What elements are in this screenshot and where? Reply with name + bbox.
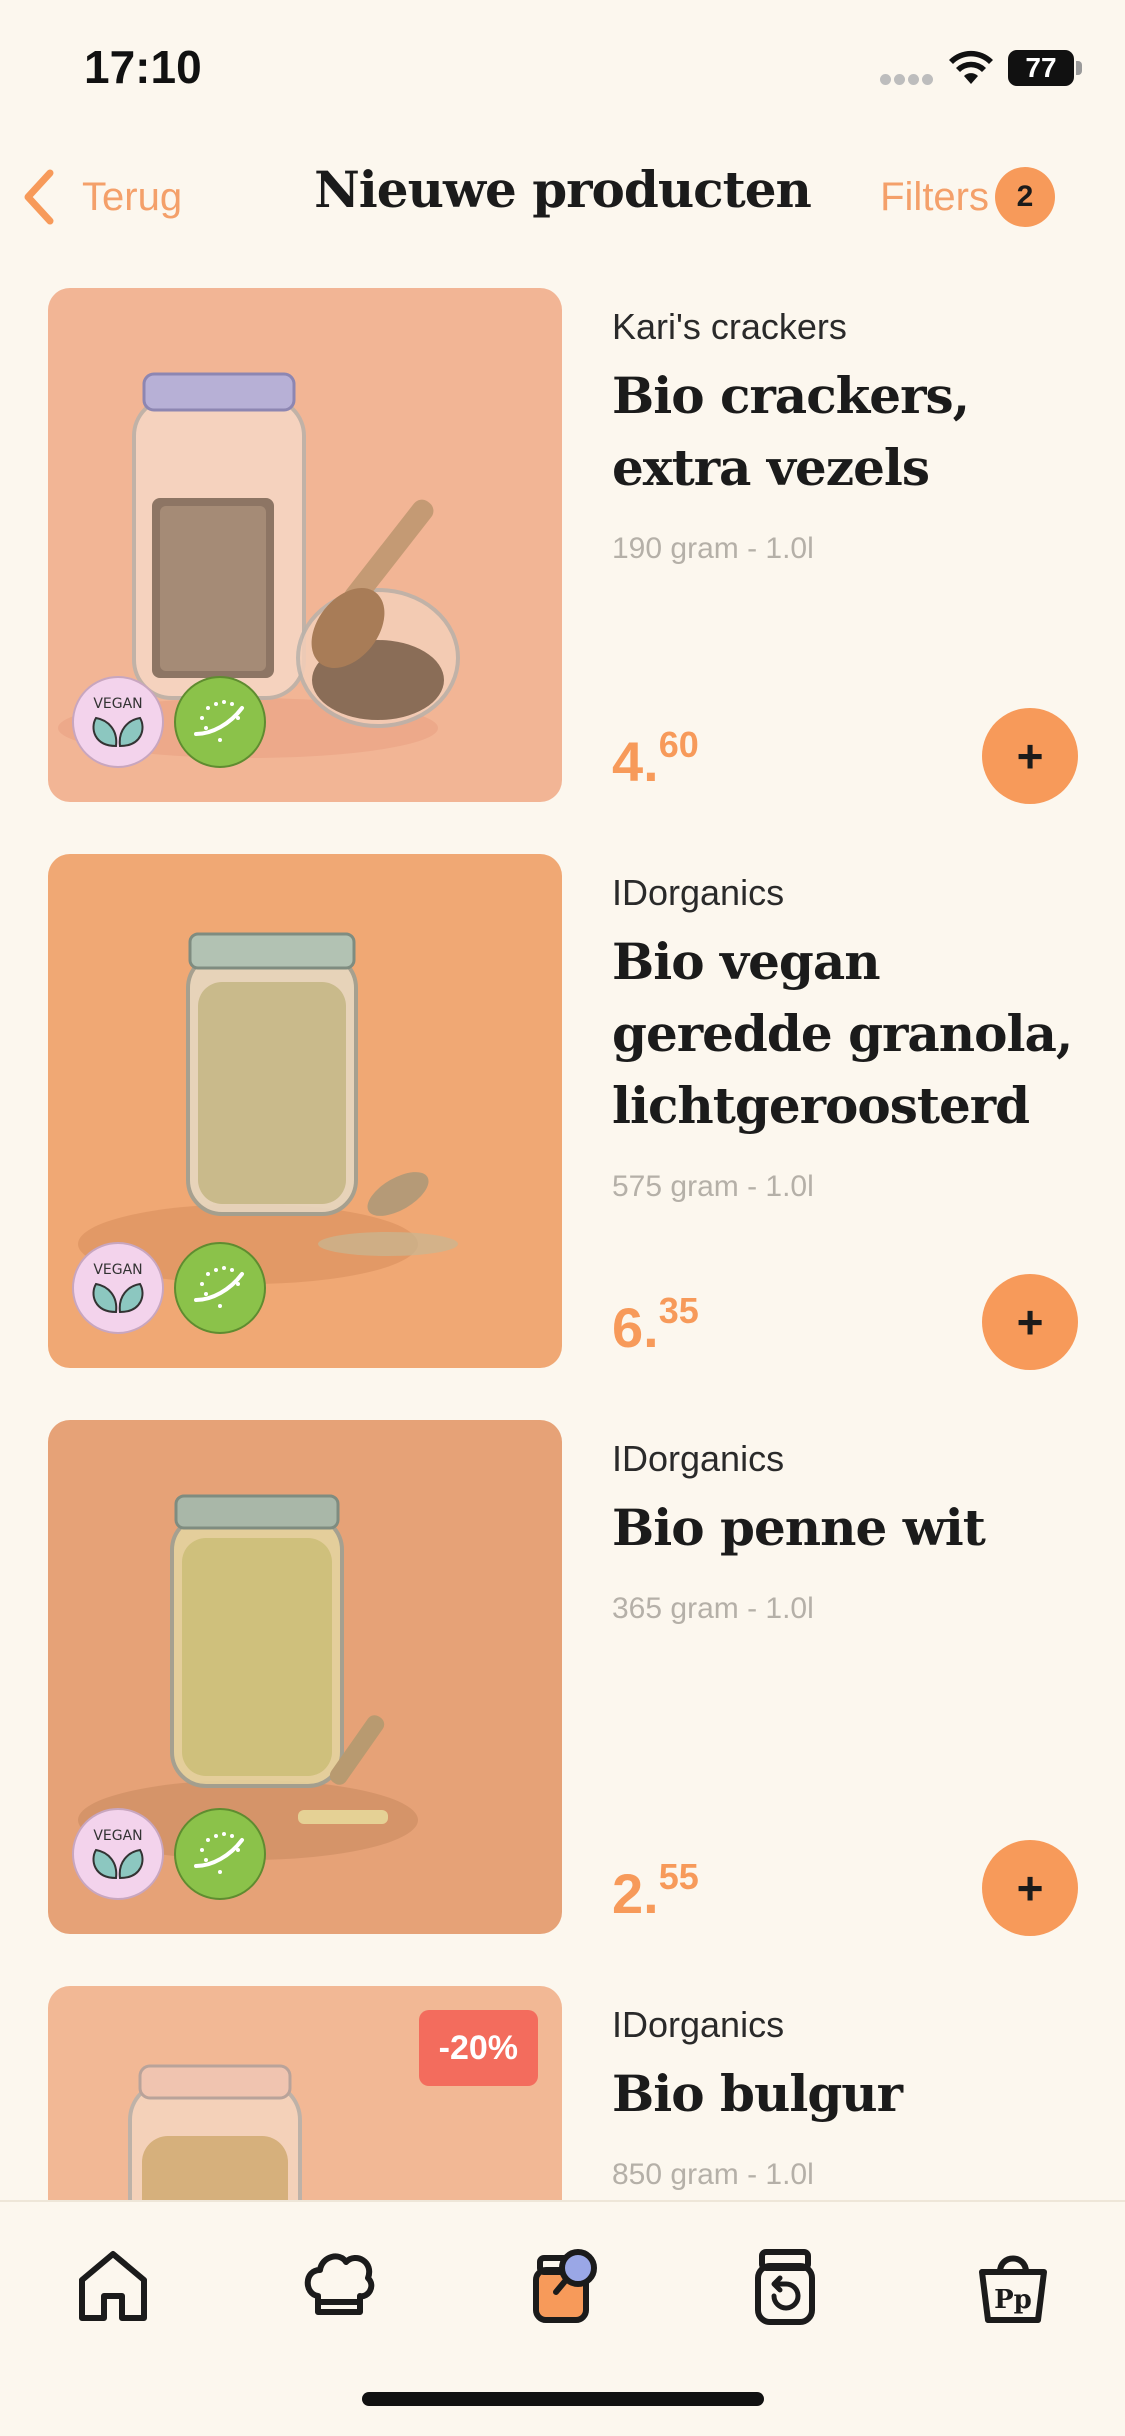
filters-label: Filters [880, 174, 989, 219]
product-name[interactable]: Bio penne wit [612, 1492, 1092, 1564]
header: Terug Nieuwe producten Filters 2 [0, 150, 1125, 240]
product-size: 190 gram - 1.0l [612, 532, 814, 565]
product-brand: IDorganics [612, 1438, 785, 1479]
product-name[interactable]: Bio crackers, extra vezels [612, 360, 1092, 504]
product-card[interactable]: VEGAN IDorganics Bio penne wit 365 gram … [0, 1420, 1125, 1986]
status-time: 17:10 [84, 41, 202, 93]
product-brand: IDorganics [612, 2004, 785, 2045]
jar-refill-icon[interactable] [740, 2240, 830, 2330]
svg-text:VEGAN: VEGAN [93, 696, 142, 712]
product-image[interactable]: -20% [48, 1986, 562, 2200]
eu-organic-icon [174, 1808, 266, 1900]
vegan-badge-icon: VEGAN [72, 1808, 164, 1900]
chef-hat-icon[interactable] [294, 2240, 384, 2330]
filters-count-badge: 2 [995, 167, 1055, 227]
product-list[interactable]: VEGAN Kari's crackers Bio crackers, extr… [0, 288, 1125, 2200]
add-to-cart-button[interactable]: + [982, 1274, 1078, 1370]
product-card[interactable]: VEGAN IDorganics Bio vegan geredde grano… [0, 854, 1125, 1420]
product-price: 2.55 [612, 1856, 699, 1925]
home-icon[interactable] [68, 2240, 158, 2330]
product-brand: IDorganics [612, 872, 785, 913]
svg-text:VEGAN: VEGAN [93, 1828, 142, 1844]
wifi-icon [949, 50, 993, 84]
status-bar: 17:10 77 [0, 0, 1125, 140]
product-price: 4.60 [612, 724, 699, 793]
svg-text:VEGAN: VEGAN [93, 1262, 142, 1278]
filters-button[interactable]: Filters 2 [880, 162, 1055, 232]
product-brand: Kari's crackers [612, 306, 847, 347]
add-to-cart-button[interactable]: + [982, 1840, 1078, 1936]
product-size: 365 gram - 1.0l [612, 1592, 814, 1625]
product-image[interactable]: VEGAN [48, 288, 562, 802]
product-card[interactable]: VEGAN Kari's crackers Bio crackers, extr… [0, 288, 1125, 854]
eu-organic-icon [174, 676, 266, 768]
signal-icon [880, 72, 936, 85]
battery-level: 77 [1008, 50, 1074, 86]
product-name[interactable]: Bio vegan geredde granola, lichtgerooste… [612, 926, 1092, 1142]
product-name[interactable]: Bio bulgur [612, 2058, 1092, 2130]
product-image[interactable]: VEGAN [48, 854, 562, 1368]
battery-icon: 77 [1008, 50, 1082, 86]
jar-search-icon[interactable] [520, 2240, 610, 2330]
product-size: 850 gram - 1.0l [612, 2158, 814, 2191]
product-size: 575 gram - 1.0l [612, 1170, 814, 1203]
shopping-bag-icon[interactable]: Pp [968, 2240, 1058, 2330]
home-indicator [362, 2392, 764, 2406]
add-to-cart-button[interactable]: + [982, 708, 1078, 804]
product-card[interactable]: -20% IDorganics Bio bulgur 850 gram - 1.… [0, 1986, 1125, 2200]
discount-badge: -20% [418, 2010, 538, 2086]
eu-organic-icon [174, 1242, 266, 1334]
product-price: 6.35 [612, 1290, 699, 1359]
vegan-badge-icon: VEGAN [72, 1242, 164, 1334]
svg-text:Pp: Pp [994, 2285, 1032, 2315]
product-image[interactable]: VEGAN [48, 1420, 562, 1934]
vegan-badge-icon: VEGAN [72, 676, 164, 768]
